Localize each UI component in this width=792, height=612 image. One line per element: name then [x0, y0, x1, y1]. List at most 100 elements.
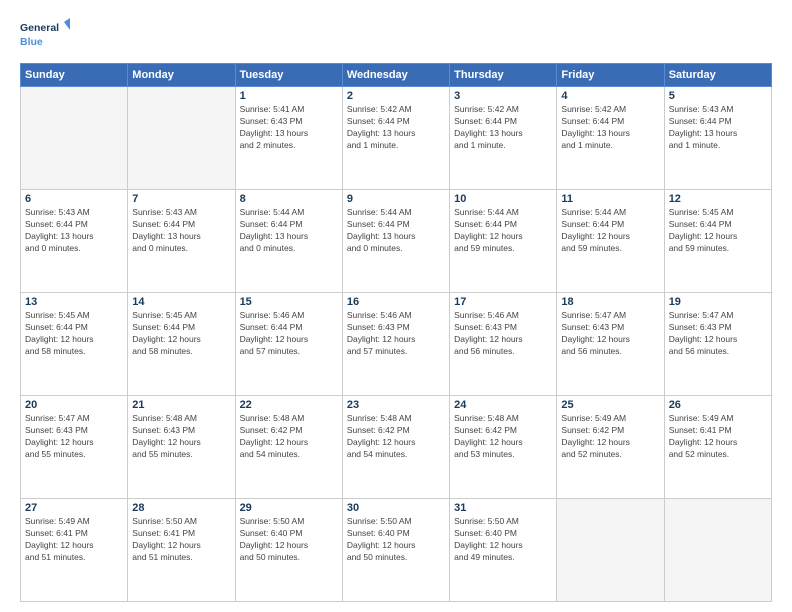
cell-info-line: Daylight: 13 hours: [25, 231, 123, 243]
cell-info-line: Sunset: 6:43 PM: [454, 322, 552, 334]
day-number: 8: [240, 193, 338, 205]
cell-info-line: and 55 minutes.: [25, 449, 123, 461]
calendar-cell: 16Sunrise: 5:46 AMSunset: 6:43 PMDayligh…: [342, 293, 449, 396]
cell-info-line: and 51 minutes.: [25, 552, 123, 564]
svg-text:General: General: [20, 22, 59, 34]
day-number: 17: [454, 296, 552, 308]
cell-info-line: and 0 minutes.: [25, 243, 123, 255]
cell-info-line: Daylight: 13 hours: [347, 231, 445, 243]
day-number: 30: [347, 502, 445, 514]
day-number: 4: [561, 90, 659, 102]
day-number: 12: [669, 193, 767, 205]
weekday-header-cell: Saturday: [664, 64, 771, 87]
cell-info-line: Sunrise: 5:47 AM: [561, 310, 659, 322]
cell-info-line: Sunrise: 5:49 AM: [561, 413, 659, 425]
cell-info-line: Sunrise: 5:44 AM: [454, 207, 552, 219]
header: General Blue: [20, 18, 772, 53]
day-number: 19: [669, 296, 767, 308]
cell-info-line: and 57 minutes.: [240, 346, 338, 358]
calendar-cell: 21Sunrise: 5:48 AMSunset: 6:43 PMDayligh…: [128, 396, 235, 499]
cell-info-line: Daylight: 12 hours: [669, 231, 767, 243]
day-number: 24: [454, 399, 552, 411]
cell-info-line: Sunset: 6:43 PM: [669, 322, 767, 334]
cell-info-line: Sunrise: 5:48 AM: [347, 413, 445, 425]
calendar-cell: 9Sunrise: 5:44 AMSunset: 6:44 PMDaylight…: [342, 190, 449, 293]
day-number: 23: [347, 399, 445, 411]
day-number: 27: [25, 502, 123, 514]
calendar-cell: [664, 499, 771, 602]
calendar-cell: 24Sunrise: 5:48 AMSunset: 6:42 PMDayligh…: [450, 396, 557, 499]
cell-info-line: and 50 minutes.: [347, 552, 445, 564]
cell-info-line: and 1 minute.: [454, 140, 552, 152]
cell-info-line: Daylight: 12 hours: [454, 231, 552, 243]
cell-info-line: Daylight: 12 hours: [132, 437, 230, 449]
cell-info-line: Sunset: 6:44 PM: [669, 116, 767, 128]
cell-info-line: and 0 minutes.: [132, 243, 230, 255]
cell-info-line: and 1 minute.: [561, 140, 659, 152]
cell-info-line: and 0 minutes.: [347, 243, 445, 255]
cell-info-line: and 52 minutes.: [669, 449, 767, 461]
calendar-cell: [128, 87, 235, 190]
cell-info-line: and 1 minute.: [669, 140, 767, 152]
cell-info-line: Sunset: 6:44 PM: [132, 219, 230, 231]
cell-info-line: Daylight: 12 hours: [454, 437, 552, 449]
day-number: 31: [454, 502, 552, 514]
cell-info-line: Sunset: 6:43 PM: [240, 116, 338, 128]
cell-info-line: and 58 minutes.: [132, 346, 230, 358]
calendar-cell: 5Sunrise: 5:43 AMSunset: 6:44 PMDaylight…: [664, 87, 771, 190]
calendar-cell: 20Sunrise: 5:47 AMSunset: 6:43 PMDayligh…: [21, 396, 128, 499]
cell-info-line: Sunrise: 5:50 AM: [132, 516, 230, 528]
cell-info-line: Sunset: 6:44 PM: [240, 219, 338, 231]
cell-info-line: Sunset: 6:42 PM: [347, 425, 445, 437]
cell-info-line: Daylight: 12 hours: [132, 540, 230, 552]
cell-info-line: Sunrise: 5:50 AM: [240, 516, 338, 528]
day-number: 5: [669, 90, 767, 102]
cell-info-line: Sunset: 6:42 PM: [454, 425, 552, 437]
day-number: 10: [454, 193, 552, 205]
calendar-cell: 11Sunrise: 5:44 AMSunset: 6:44 PMDayligh…: [557, 190, 664, 293]
cell-info-line: and 2 minutes.: [240, 140, 338, 152]
calendar-week-row: 1Sunrise: 5:41 AMSunset: 6:43 PMDaylight…: [21, 87, 772, 190]
cell-info-line: Sunrise: 5:47 AM: [25, 413, 123, 425]
calendar-week-row: 13Sunrise: 5:45 AMSunset: 6:44 PMDayligh…: [21, 293, 772, 396]
cell-info-line: Sunrise: 5:44 AM: [347, 207, 445, 219]
cell-info-line: Sunrise: 5:45 AM: [25, 310, 123, 322]
cell-info-line: Sunrise: 5:44 AM: [561, 207, 659, 219]
day-number: 2: [347, 90, 445, 102]
cell-info-line: Sunrise: 5:45 AM: [669, 207, 767, 219]
calendar-cell: 15Sunrise: 5:46 AMSunset: 6:44 PMDayligh…: [235, 293, 342, 396]
calendar-table: SundayMondayTuesdayWednesdayThursdayFrid…: [20, 63, 772, 602]
cell-info-line: and 50 minutes.: [240, 552, 338, 564]
cell-info-line: and 54 minutes.: [347, 449, 445, 461]
calendar-cell: 23Sunrise: 5:48 AMSunset: 6:42 PMDayligh…: [342, 396, 449, 499]
cell-info-line: and 57 minutes.: [347, 346, 445, 358]
day-number: 25: [561, 399, 659, 411]
cell-info-line: Sunrise: 5:46 AM: [454, 310, 552, 322]
cell-info-line: Sunrise: 5:47 AM: [669, 310, 767, 322]
day-number: 29: [240, 502, 338, 514]
calendar-cell: 13Sunrise: 5:45 AMSunset: 6:44 PMDayligh…: [21, 293, 128, 396]
cell-info-line: Daylight: 13 hours: [347, 128, 445, 140]
day-number: 16: [347, 296, 445, 308]
calendar-cell: 31Sunrise: 5:50 AMSunset: 6:40 PMDayligh…: [450, 499, 557, 602]
cell-info-line: and 56 minutes.: [669, 346, 767, 358]
cell-info-line: and 55 minutes.: [132, 449, 230, 461]
calendar-cell: 30Sunrise: 5:50 AMSunset: 6:40 PMDayligh…: [342, 499, 449, 602]
svg-text:Blue: Blue: [20, 36, 43, 48]
calendar-cell: 4Sunrise: 5:42 AMSunset: 6:44 PMDaylight…: [557, 87, 664, 190]
cell-info-line: Sunset: 6:44 PM: [347, 116, 445, 128]
calendar-cell: 22Sunrise: 5:48 AMSunset: 6:42 PMDayligh…: [235, 396, 342, 499]
day-number: 15: [240, 296, 338, 308]
day-number: 22: [240, 399, 338, 411]
cell-info-line: Sunrise: 5:50 AM: [454, 516, 552, 528]
cell-info-line: Daylight: 12 hours: [25, 540, 123, 552]
day-number: 14: [132, 296, 230, 308]
cell-info-line: Sunset: 6:44 PM: [240, 322, 338, 334]
day-number: 11: [561, 193, 659, 205]
cell-info-line: and 56 minutes.: [561, 346, 659, 358]
cell-info-line: Sunset: 6:44 PM: [25, 322, 123, 334]
weekday-header-cell: Tuesday: [235, 64, 342, 87]
cell-info-line: Sunrise: 5:48 AM: [240, 413, 338, 425]
calendar-cell: 27Sunrise: 5:49 AMSunset: 6:41 PMDayligh…: [21, 499, 128, 602]
calendar-body: 1Sunrise: 5:41 AMSunset: 6:43 PMDaylight…: [21, 87, 772, 602]
